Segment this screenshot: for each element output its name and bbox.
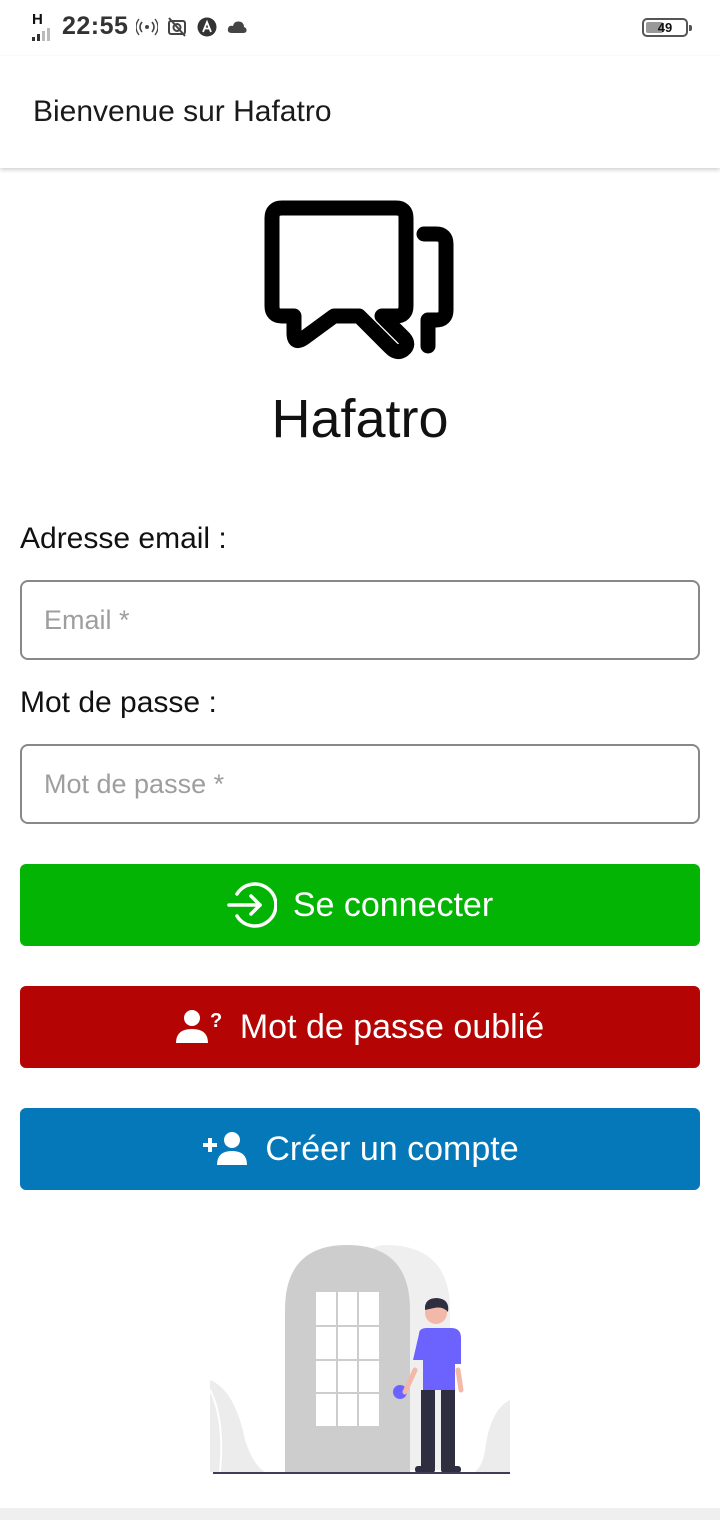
create-account-button[interactable]: Créer un compte (20, 1108, 700, 1190)
login-button-label: Se connecter (292, 885, 494, 924)
login-button[interactable]: Se connecter (20, 864, 700, 946)
brand-name: Hafatro (271, 389, 449, 449)
password-input[interactable] (42, 767, 698, 801)
chat-bubbles-icon (264, 198, 460, 370)
app-bar: Bienvenue sur Hafatro (0, 56, 720, 168)
status-left: H 22:55 (32, 12, 248, 41)
password-label: Mot de passe : (20, 686, 217, 719)
network-indicator: H (32, 10, 54, 41)
bottom-strip (0, 1508, 720, 1520)
network-type: H (32, 10, 43, 28)
app-bar-title: Bienvenue sur Hafatro (33, 95, 332, 128)
battery-icon: 49 (642, 18, 692, 37)
signal-icon (32, 27, 50, 41)
clock: 22:55 (62, 12, 129, 40)
cloud-icon (226, 16, 248, 38)
door-illustration (205, 1240, 515, 1480)
password-field[interactable] (20, 744, 700, 824)
photo-off-icon (166, 16, 188, 38)
status-bar: H 22:55 49 (0, 0, 720, 56)
email-label: Adresse email : (20, 522, 227, 555)
email-field[interactable] (20, 580, 700, 660)
user-question-icon: ? (175, 1009, 224, 1045)
svg-text:?: ? (210, 1010, 222, 1032)
app-a-icon (196, 16, 218, 38)
email-input[interactable] (42, 603, 698, 637)
login-arrow-icon (227, 880, 277, 930)
forgot-password-button-label: Mot de passe oublié (239, 1007, 545, 1046)
battery-level: 49 (657, 20, 673, 35)
user-add-icon (201, 1131, 249, 1167)
create-account-button-label: Créer un compte (265, 1129, 519, 1168)
hotspot-icon (136, 16, 159, 38)
forgot-password-button[interactable]: ? Mot de passe oublié (20, 986, 700, 1068)
